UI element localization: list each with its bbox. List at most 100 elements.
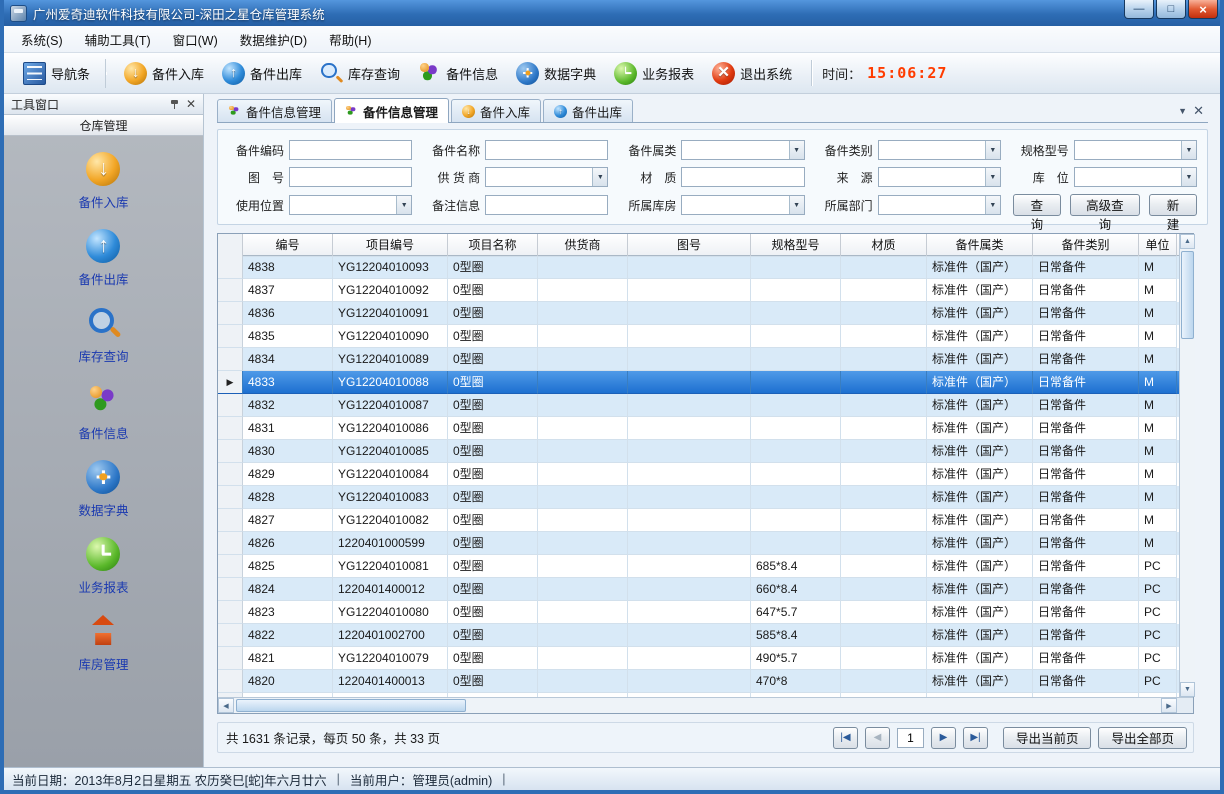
close-tab-icon[interactable]: ✕: [1193, 104, 1204, 117]
column-header-type[interactable]: 备件类别: [1033, 234, 1139, 257]
usage-position-select[interactable]: ▼: [289, 195, 412, 215]
query-button[interactable]: 查询: [1013, 194, 1061, 216]
scroll-right-button[interactable]: ▶: [1161, 698, 1177, 713]
table-row[interactable]: 4824 1220401400012 0型圈 660*8.4 标准件（国产） 日…: [218, 578, 1179, 601]
table-row[interactable]: 4823 YG12204010080 0型圈 647*5.7 标准件（国产） 日…: [218, 601, 1179, 624]
part-code-input[interactable]: [289, 140, 412, 160]
vertical-scrollbar[interactable]: ▲ ▼: [1179, 234, 1195, 697]
tab-icon: [228, 105, 241, 118]
menu-item[interactable]: 帮助(H): [318, 26, 382, 53]
horizontal-scrollbar[interactable]: ◀ ▶: [218, 697, 1193, 713]
field-label: 备件属类: [620, 142, 676, 159]
column-header-drawing-no[interactable]: 图号: [628, 234, 751, 257]
source-select[interactable]: ▼: [878, 167, 1001, 187]
scroll-down-button[interactable]: ▼: [1180, 682, 1195, 697]
table-row[interactable]: 4832 YG12204010087 0型圈 标准件（国产） 日常备件: [218, 394, 1179, 417]
sidebar-section-header[interactable]: 仓库管理: [4, 115, 203, 136]
table-row[interactable]: 4825 YG12204010081 0型圈 685*8.4 标准件（国产） 日…: [218, 555, 1179, 578]
minimize-button[interactable]: —: [1124, 0, 1154, 19]
tab[interactable]: 备件信息管理: [334, 98, 449, 123]
close-icon[interactable]: ✕: [184, 97, 198, 111]
table-row[interactable]: 4838 YG12204010093 0型圈 标准件（国产） 日常备件: [218, 256, 1179, 279]
sidebar-item[interactable]: 数据字典: [78, 460, 128, 519]
table-row[interactable]: 4828 YG12204010083 0型圈 标准件（国产） 日常备件: [218, 486, 1179, 509]
table-row[interactable]: 4820 1220401400013 0型圈 470*8 标准件（国产） 日常备…: [218, 670, 1179, 693]
table-row[interactable]: 4826 1220401000599 0型圈 标准件（国产） 日常备件: [218, 532, 1179, 555]
menu-item[interactable]: 辅助工具(T): [74, 26, 162, 53]
tab[interactable]: 备件入库: [451, 99, 541, 122]
prev-page-button[interactable]: ◀: [865, 727, 890, 749]
remark-input[interactable]: [485, 195, 608, 215]
toolbar-button[interactable]: 退出系统: [703, 59, 801, 88]
part-type-select[interactable]: ▼: [878, 140, 1001, 160]
toolbar-button[interactable]: 数据字典: [507, 59, 605, 88]
column-header-project-name[interactable]: 项目名称: [448, 234, 538, 257]
cell-category: 标准件（国产）: [927, 555, 1033, 578]
scroll-left-button[interactable]: ◀: [218, 698, 234, 713]
toolbar-button[interactable]: 备件信息: [409, 59, 507, 88]
material-input[interactable]: [681, 167, 804, 187]
supplier-select[interactable]: ▼: [485, 167, 608, 187]
page-number-input[interactable]: [897, 728, 924, 748]
table-row[interactable]: 4834 YG12204010089 0型圈 标准件（国产） 日常备件: [218, 348, 1179, 371]
chevron-down-icon[interactable]: ▼: [1178, 106, 1187, 116]
warehouse-select[interactable]: ▼: [681, 195, 804, 215]
column-header-material[interactable]: 材质: [841, 234, 927, 257]
vertical-scroll-thumb[interactable]: [1181, 251, 1194, 339]
sidebar-item[interactable]: 业务报表: [78, 537, 128, 596]
first-page-button[interactable]: |◀: [833, 727, 858, 749]
table-row[interactable]: 4837 YG12204010092 0型圈 标准件（国产） 日常备件: [218, 279, 1179, 302]
menu-item[interactable]: 窗口(W): [162, 26, 229, 53]
vertical-scroll-track[interactable]: [1180, 249, 1195, 682]
table-row[interactable]: 4831 YG12204010086 0型圈 标准件（国产） 日常备件: [218, 417, 1179, 440]
toolbar-button[interactable]: 备件入库: [115, 59, 213, 88]
table-row[interactable]: 4827 YG12204010082 0型圈 标准件（国产） 日常备件: [218, 509, 1179, 532]
column-header-project-no[interactable]: 项目编号: [333, 234, 448, 257]
column-header-category[interactable]: 备件属类: [927, 234, 1033, 257]
table-row[interactable]: 4836 YG12204010091 0型圈 标准件（国产） 日常备件: [218, 302, 1179, 325]
next-page-button[interactable]: ▶: [931, 727, 956, 749]
cell-drawing-no: [628, 440, 751, 463]
column-header-spec[interactable]: 规格型号: [751, 234, 841, 257]
table-row[interactable]: 4821 YG12204010079 0型圈 490*5.7 标准件（国产） 日…: [218, 647, 1179, 670]
column-header-number[interactable]: 编号: [243, 234, 333, 257]
part-name-input[interactable]: [485, 140, 608, 160]
toolbar-button[interactable]: 库存查询: [311, 59, 409, 88]
sidebar-item[interactable]: 库存查询: [78, 306, 128, 365]
column-header-supplier[interactable]: 供货商: [538, 234, 628, 257]
toolbar-button[interactable]: 备件出库: [213, 59, 311, 88]
location-select[interactable]: ▼: [1074, 167, 1197, 187]
table-row[interactable]: 4833 YG12204010088 0型圈 标准件（国产） 日常备件: [218, 371, 1179, 394]
export-current-page-button[interactable]: 导出当前页: [1003, 727, 1092, 749]
sidebar-item[interactable]: 库房管理: [78, 614, 128, 673]
horizontal-scroll-thumb[interactable]: [236, 699, 466, 712]
table-row[interactable]: 4835 YG12204010090 0型圈 标准件（国产） 日常备件: [218, 325, 1179, 348]
tab[interactable]: 备件出库: [543, 99, 633, 122]
advanced-query-button[interactable]: 高级查询: [1070, 194, 1140, 216]
export-all-pages-button[interactable]: 导出全部页: [1098, 727, 1187, 749]
table-row[interactable]: 4830 YG12204010085 0型圈 标准件（国产） 日常备件: [218, 440, 1179, 463]
toolbar-button[interactable]: 业务报表: [605, 59, 703, 88]
new-button[interactable]: 新建: [1149, 194, 1197, 216]
close-button[interactable]: ×: [1188, 0, 1218, 19]
menu-item[interactable]: 系统(S): [10, 26, 74, 53]
spec-model-select[interactable]: ▼: [1074, 140, 1197, 160]
sidebar-item[interactable]: 备件入库: [78, 152, 128, 211]
tab[interactable]: 备件信息管理: [217, 99, 332, 122]
tab-icon: [462, 105, 475, 118]
scroll-up-button[interactable]: ▲: [1180, 234, 1195, 249]
menu-item[interactable]: 数据维护(D): [229, 26, 318, 53]
toolbar-button[interactable]: 导航条: [14, 59, 106, 88]
table-row[interactable]: 4822 1220401002700 0型圈 585*8.4 标准件（国产） 日…: [218, 624, 1179, 647]
part-category-select[interactable]: ▼: [681, 140, 804, 160]
maximize-button[interactable]: □: [1156, 0, 1186, 19]
horizontal-scroll-track[interactable]: [234, 698, 1161, 713]
table-row[interactable]: 4829 YG12204010084 0型圈 标准件（国产） 日常备件: [218, 463, 1179, 486]
department-select[interactable]: ▼: [878, 195, 1001, 215]
column-header-unit[interactable]: 单位: [1139, 234, 1177, 257]
sidebar-item[interactable]: 备件信息: [78, 383, 128, 442]
pin-icon[interactable]: [170, 99, 179, 110]
sidebar-item[interactable]: 备件出库: [78, 229, 128, 288]
drawing-no-input[interactable]: [289, 167, 412, 187]
last-page-button[interactable]: ▶|: [963, 727, 988, 749]
